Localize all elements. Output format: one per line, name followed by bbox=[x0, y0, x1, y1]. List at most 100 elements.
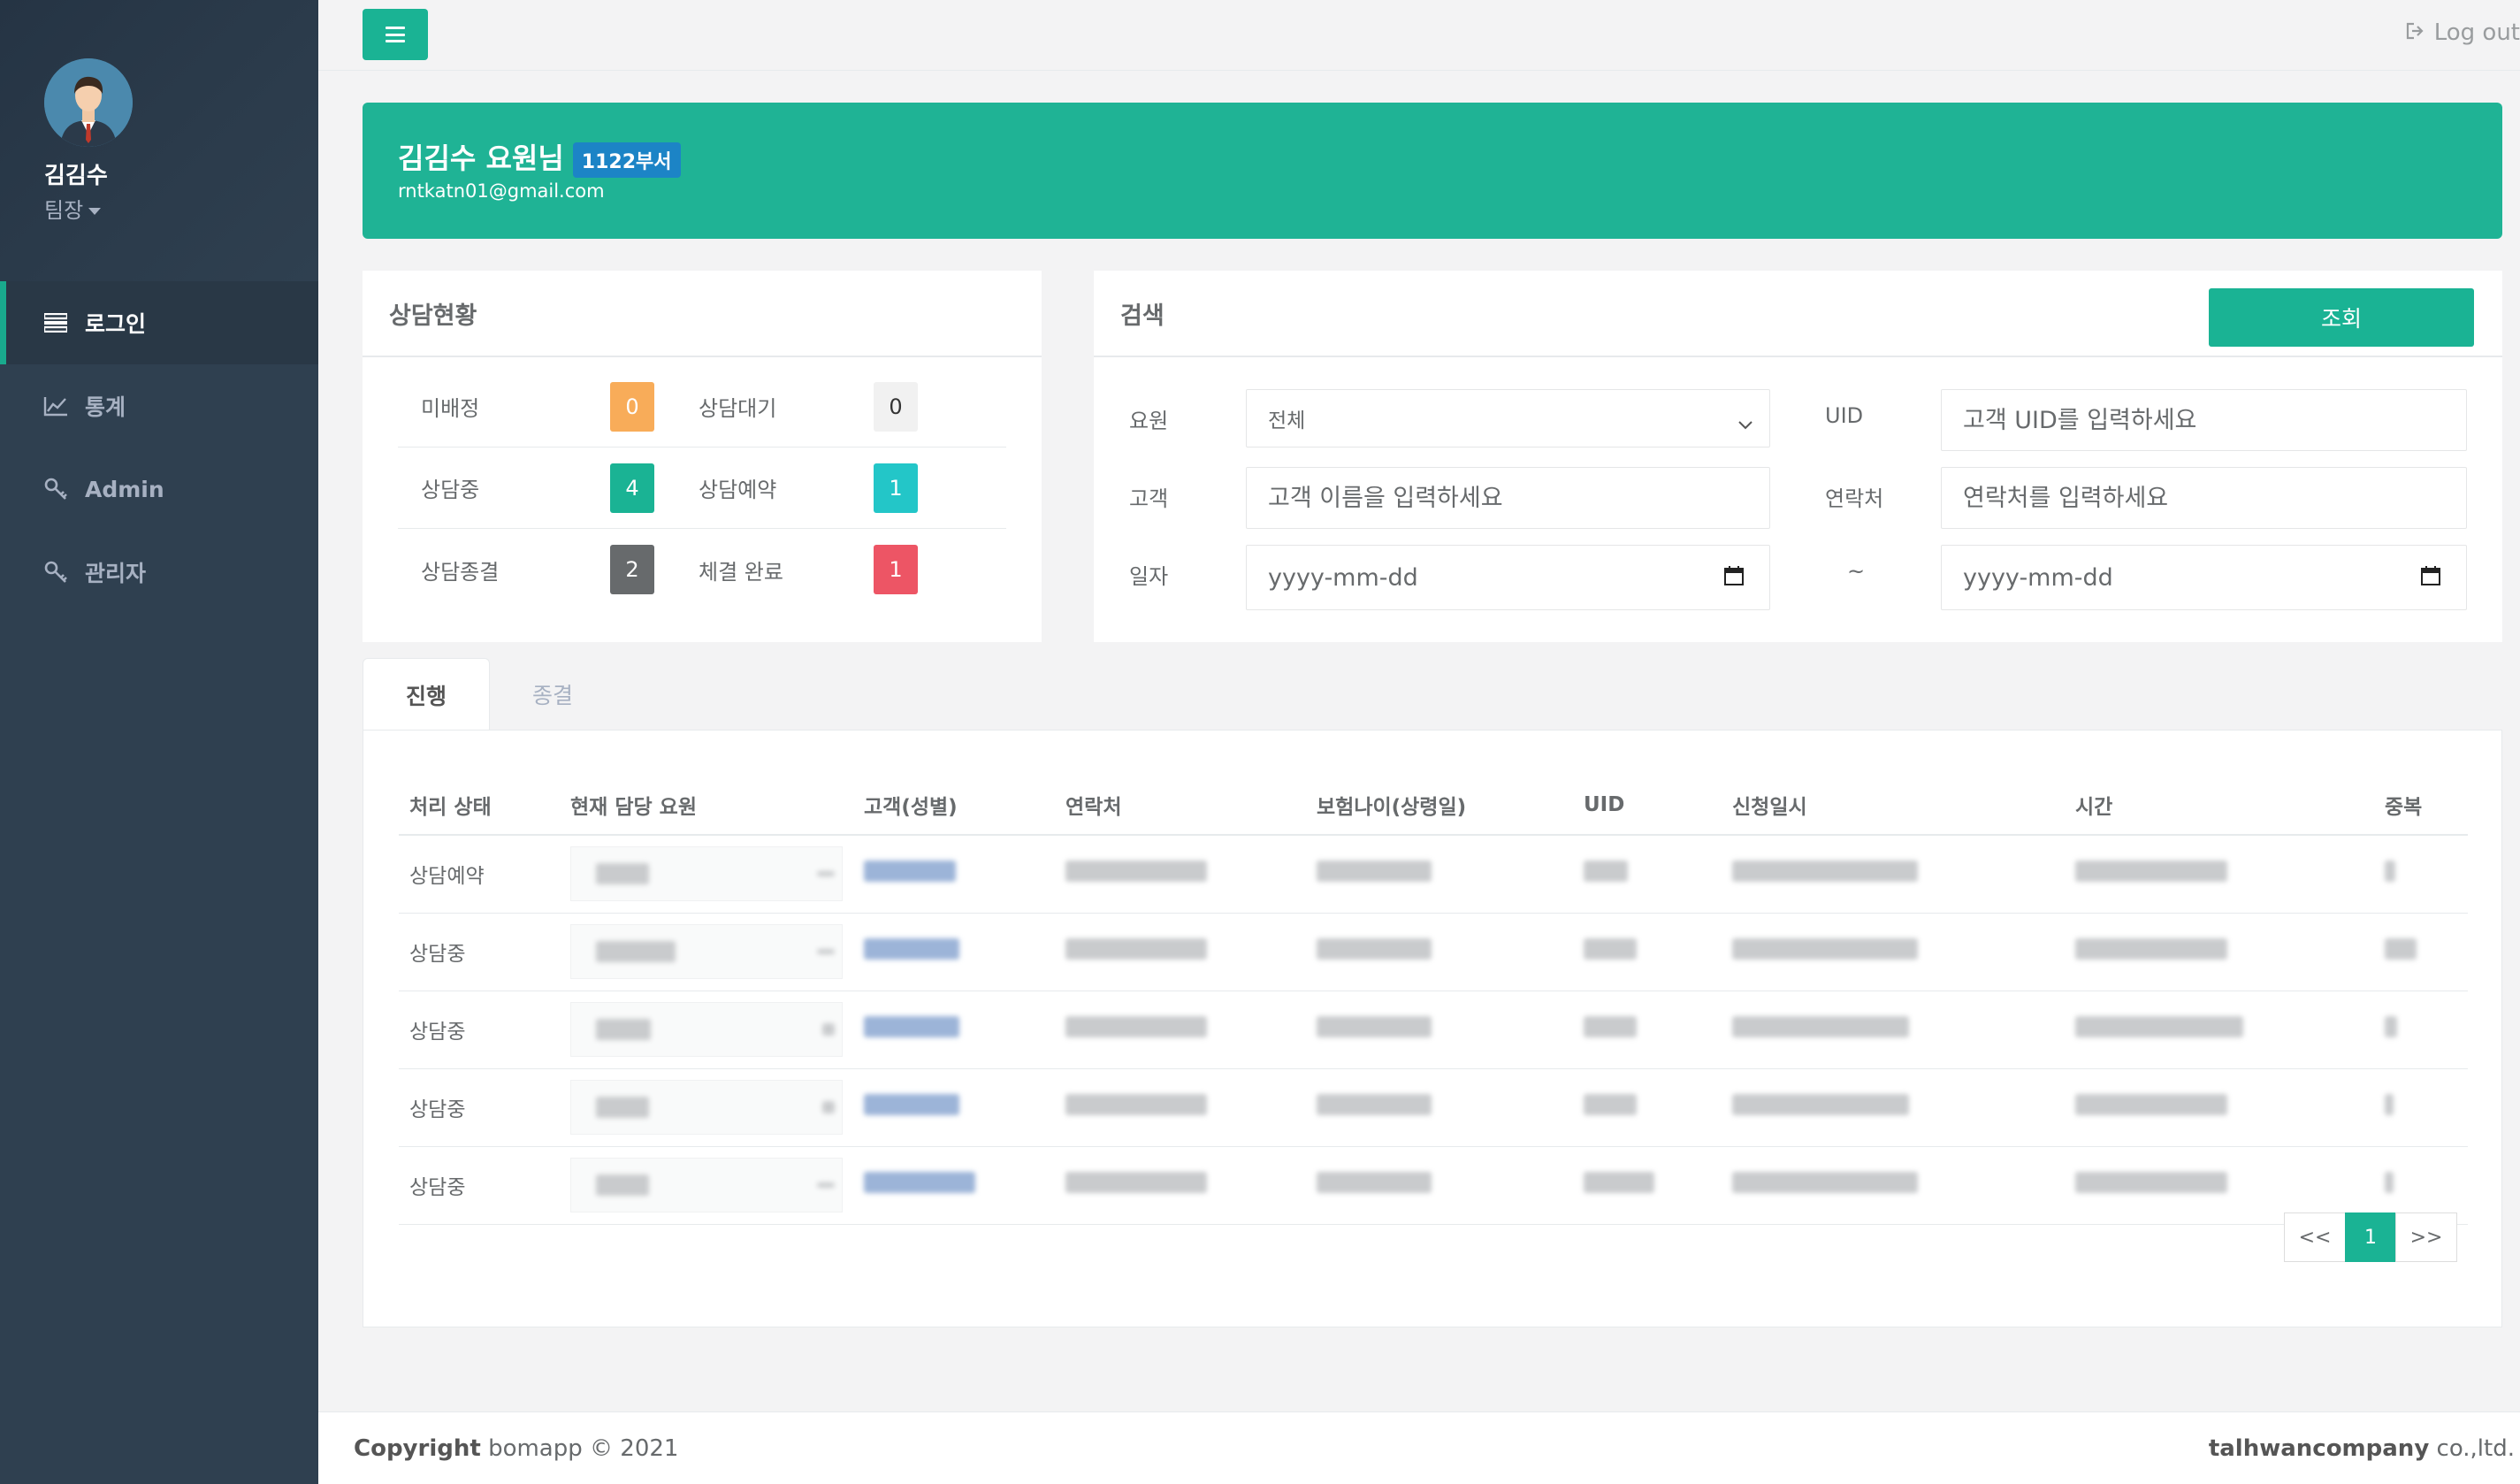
column-header[interactable]: 처리 상태 bbox=[399, 775, 560, 836]
count-badge-reserved[interactable]: 1 bbox=[874, 463, 918, 513]
row-customer[interactable] bbox=[853, 913, 1055, 991]
redacted-text bbox=[1584, 938, 1637, 960]
redacted-text bbox=[1065, 938, 1207, 960]
count-badge-waiting[interactable]: 0 bbox=[874, 381, 918, 432]
redacted-text bbox=[596, 941, 676, 962]
redacted-text bbox=[1732, 1016, 1909, 1037]
column-header[interactable]: 시간 bbox=[2065, 775, 2374, 836]
sign-out-icon bbox=[2406, 19, 2425, 46]
status-label: 상담대기 bbox=[699, 396, 777, 421]
uid-label: UID bbox=[1825, 403, 1864, 428]
redacted-text bbox=[817, 871, 835, 877]
row-time bbox=[2065, 913, 2374, 991]
count-badge-contracted[interactable]: 1 bbox=[874, 545, 918, 594]
status-label: 상담종결 bbox=[421, 559, 500, 585]
sidebar-item-stats[interactable]: 통계 bbox=[0, 364, 318, 447]
table-row[interactable]: 상담중 bbox=[399, 1146, 2468, 1225]
tab-closed[interactable]: 종결 bbox=[490, 658, 615, 731]
table-row[interactable]: 상담중 bbox=[399, 991, 2468, 1069]
agent-select-redacted[interactable] bbox=[570, 1080, 843, 1135]
agent-select-redacted[interactable] bbox=[570, 1002, 843, 1057]
redacted-text bbox=[817, 1182, 835, 1188]
search-button[interactable]: 조회 bbox=[2209, 288, 2474, 347]
status-label: 체결 완료 bbox=[699, 559, 783, 585]
search-panel: 검색 조회 요원 전체 UID 고객 연락처 일자 yyyy-mm-dd ~ y… bbox=[1094, 271, 2502, 642]
row-time bbox=[2065, 835, 2374, 914]
profile-role-dropdown[interactable]: 팀장 bbox=[44, 193, 102, 224]
date-label: 일자 bbox=[1129, 564, 1169, 589]
table-row[interactable]: 상담중 bbox=[399, 913, 2468, 991]
status-row: 상담종결 2 체결 완료 1 bbox=[398, 529, 1006, 610]
row-customer[interactable] bbox=[853, 1068, 1055, 1147]
column-header[interactable]: 보험나이(상령일) bbox=[1306, 775, 1573, 836]
table-row[interactable]: 상담중 bbox=[399, 1068, 2468, 1147]
redacted-text bbox=[2385, 861, 2395, 883]
agent-select-redacted[interactable] bbox=[570, 1158, 843, 1212]
calendar-icon[interactable] bbox=[2420, 565, 2441, 593]
pagination-prev-button[interactable]: << bbox=[2284, 1212, 2346, 1262]
column-header[interactable]: 신청일시 bbox=[1722, 775, 2065, 836]
column-header[interactable]: 고객(성별) bbox=[853, 775, 1055, 836]
customer-input[interactable] bbox=[1268, 468, 1769, 528]
banner-title: 김김수 요원님 1122부서 bbox=[398, 136, 681, 178]
redacted-text bbox=[1732, 861, 1918, 883]
date-to-field[interactable]: yyyy-mm-dd bbox=[1941, 545, 2467, 610]
row-customer[interactable] bbox=[853, 1146, 1055, 1225]
column-header[interactable]: UID bbox=[1573, 775, 1722, 836]
column-header[interactable]: 현재 담당 요원 bbox=[560, 775, 853, 836]
agent-select-redacted[interactable] bbox=[570, 924, 843, 979]
redacted-text bbox=[2385, 1094, 2394, 1115]
row-age bbox=[1306, 991, 1573, 1069]
redacted-text bbox=[1317, 1172, 1432, 1193]
key-icon bbox=[42, 559, 69, 585]
row-uid bbox=[1573, 1068, 1722, 1147]
date-from-value: yyyy-mm-dd bbox=[1268, 563, 1418, 592]
agent-select[interactable]: 전체 bbox=[1246, 389, 1770, 447]
list-tabs: 진행 종결 bbox=[363, 658, 615, 731]
contact-field[interactable] bbox=[1941, 467, 2467, 529]
key-icon bbox=[42, 476, 69, 502]
date-from-field[interactable]: yyyy-mm-dd bbox=[1246, 545, 1770, 610]
redacted-text bbox=[2385, 938, 2417, 960]
sidebar-item-admin[interactable]: Admin bbox=[0, 447, 318, 531]
status-label: 상담중 bbox=[421, 478, 480, 502]
row-agent-cell bbox=[560, 1146, 853, 1225]
contact-input[interactable] bbox=[1963, 468, 2466, 528]
column-header[interactable]: 중복 bbox=[2374, 775, 2468, 836]
pagination-next-button[interactable]: >> bbox=[2395, 1212, 2457, 1262]
redacted-text bbox=[2075, 938, 2227, 960]
tab-in-progress[interactable]: 진행 bbox=[363, 658, 491, 731]
calendar-icon[interactable] bbox=[1723, 565, 1745, 593]
redacted-text bbox=[1584, 1016, 1637, 1037]
sidebar-item-login[interactable]: 로그인 bbox=[0, 281, 318, 364]
row-customer[interactable] bbox=[853, 991, 1055, 1069]
count-badge-unassigned[interactable]: 0 bbox=[610, 381, 654, 432]
uid-input[interactable] bbox=[1963, 390, 2466, 450]
row-age bbox=[1306, 1146, 1573, 1225]
row-applied-at bbox=[1722, 835, 2065, 914]
customer-field[interactable] bbox=[1246, 467, 1770, 529]
logout-link[interactable]: Log out bbox=[2406, 19, 2520, 46]
column-header[interactable]: 연락처 bbox=[1055, 775, 1306, 836]
row-agent-cell bbox=[560, 991, 853, 1069]
table-row[interactable]: 상담예약 bbox=[399, 835, 2468, 914]
avatar[interactable] bbox=[44, 58, 133, 147]
redacted-text bbox=[1065, 1016, 1207, 1037]
dept-badge: 1122부서 bbox=[572, 142, 681, 178]
uid-field[interactable] bbox=[1941, 389, 2467, 451]
count-badge-in-progress[interactable]: 4 bbox=[610, 463, 654, 513]
status-label: 상담예약 bbox=[699, 478, 777, 502]
row-applied-at bbox=[1722, 1068, 2065, 1147]
menu-toggle-button[interactable] bbox=[363, 9, 428, 60]
row-time bbox=[2065, 991, 2374, 1069]
agent-select-redacted[interactable] bbox=[570, 846, 843, 902]
sidebar-item-manager[interactable]: 관리자 bbox=[0, 531, 318, 614]
status-label: 미배정 bbox=[421, 396, 480, 421]
redacted-text bbox=[1317, 938, 1432, 960]
count-badge-closed[interactable]: 2 bbox=[610, 545, 654, 594]
pagination-page-1[interactable]: 1 bbox=[2345, 1212, 2396, 1262]
row-customer[interactable] bbox=[853, 835, 1055, 914]
table-header-row: 처리 상태 현재 담당 요원 고객(성별) 연락처 보험나이(상령일) UID … bbox=[399, 775, 2468, 836]
row-contact bbox=[1055, 1146, 1306, 1225]
redacted-text bbox=[2075, 861, 2227, 883]
